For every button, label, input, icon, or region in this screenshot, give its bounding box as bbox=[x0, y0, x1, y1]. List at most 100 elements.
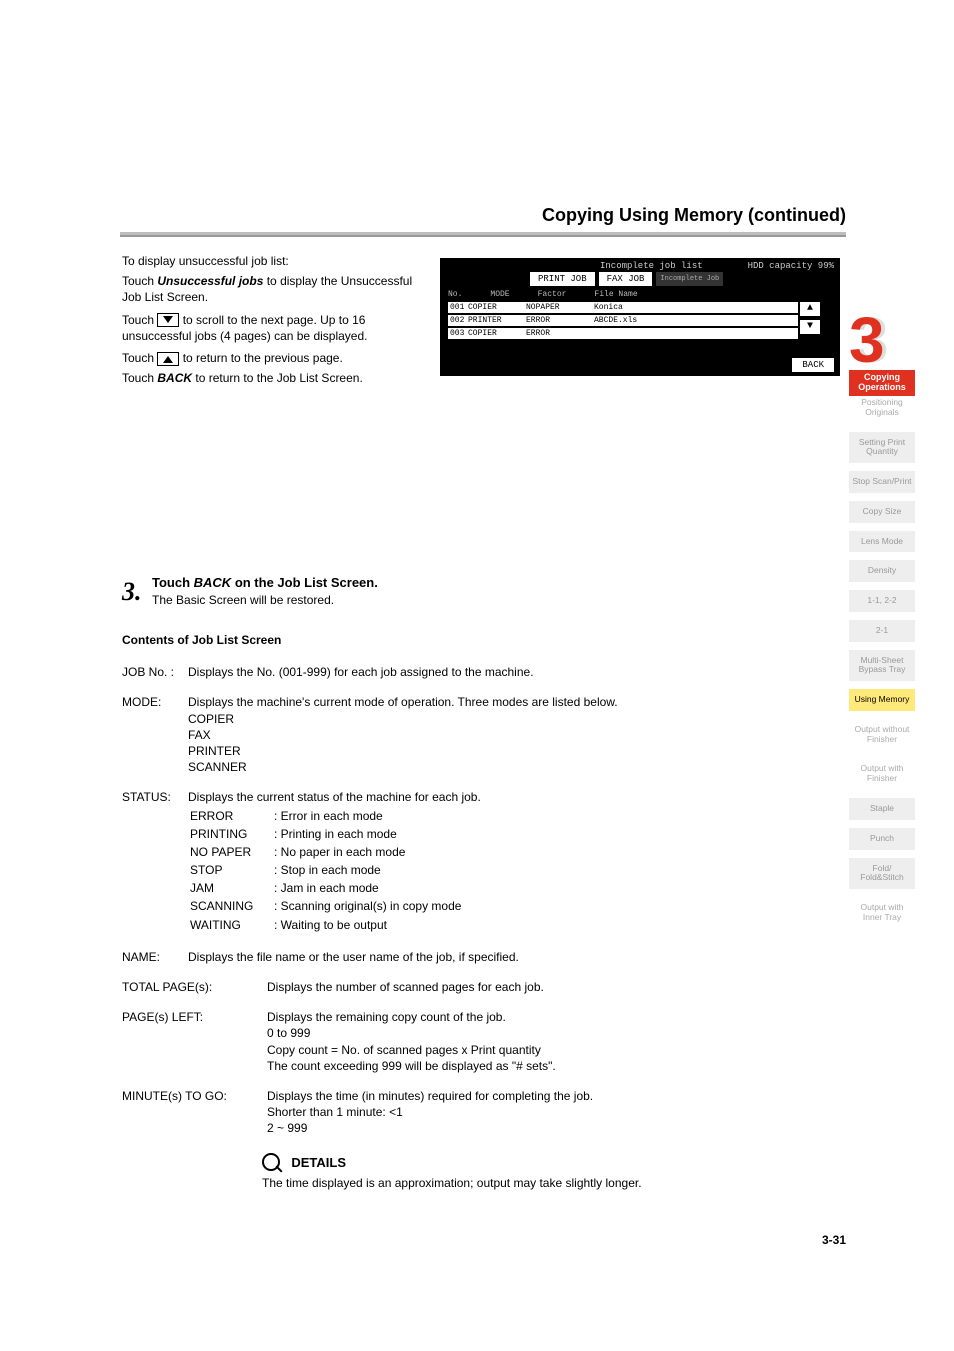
status-row: STOP: Stop in each mode bbox=[190, 862, 467, 878]
minute-label: MINUTE(s) TO GO: bbox=[122, 1088, 267, 1137]
intro-line1: Touch Unsuccessful jobs to display the U… bbox=[122, 273, 422, 305]
text: The count exceeding 999 will be displaye… bbox=[267, 1058, 842, 1074]
text: Shorter than 1 minute: <1 bbox=[267, 1104, 842, 1120]
status-desc: Displays the current status of the machi… bbox=[188, 789, 842, 805]
status-val: : Scanning original(s) in copy mode bbox=[274, 898, 467, 914]
status-val: : Printing in each mode bbox=[274, 826, 467, 842]
intro-line4: Touch BACK to return to the Job List Scr… bbox=[122, 370, 422, 386]
mode-item: COPIER bbox=[188, 711, 842, 727]
ss-hdd: HDD capacity 99% bbox=[748, 261, 834, 271]
step-number: 3. bbox=[122, 574, 142, 609]
status-val: : Stop in each mode bbox=[274, 862, 467, 878]
cell-mode: PRINTER bbox=[468, 316, 516, 325]
nav-staple[interactable]: Staple bbox=[849, 798, 915, 820]
status-key: SCANNING bbox=[190, 898, 272, 914]
text: Touch bbox=[152, 575, 194, 590]
nav-punch[interactable]: Punch bbox=[849, 828, 915, 850]
nav-fold-stitch[interactable]: Fold/ Fold&Stitch bbox=[849, 858, 915, 890]
status-table: ERROR: Error in each mode PRINTING: Prin… bbox=[188, 806, 469, 935]
text: Displays the remaining copy count of the… bbox=[267, 1009, 842, 1025]
tab-incomplete-job[interactable]: Incomplete Job bbox=[656, 272, 723, 286]
scroll-up-button[interactable]: ▲ bbox=[800, 302, 820, 316]
back-em: BACK bbox=[194, 575, 232, 590]
magnifier-icon bbox=[262, 1153, 284, 1175]
mode-item: PRINTER bbox=[188, 743, 842, 759]
back-label: BACK bbox=[157, 371, 192, 385]
mode-item: FAX bbox=[188, 727, 842, 743]
nav-setting-print-quantity[interactable]: Setting Print Quantity bbox=[849, 432, 915, 464]
text: to return to the previous page. bbox=[179, 351, 342, 365]
nav-density[interactable]: Density bbox=[849, 560, 915, 582]
mode-label: MODE: bbox=[122, 694, 188, 775]
cell-factor: ERROR bbox=[526, 329, 584, 338]
total-label: TOTAL PAGE(s): bbox=[122, 979, 267, 995]
nav-output-inner-tray[interactable]: Output with Inner Tray bbox=[849, 897, 915, 929]
nav-using-memory[interactable]: Using Memory bbox=[849, 689, 915, 711]
status-row: WAITING: Waiting to be output bbox=[190, 917, 467, 933]
chapter-num-wrap: 3 3 bbox=[849, 314, 915, 370]
cell-factor: ERROR bbox=[526, 316, 584, 325]
name-label: NAME: bbox=[122, 949, 188, 965]
text: 0 to 999 bbox=[267, 1025, 842, 1041]
status-row: SCANNING: Scanning original(s) in copy m… bbox=[190, 898, 467, 914]
text: to return to the Job List Screen. bbox=[192, 371, 363, 385]
nav-output-with-finisher[interactable]: Output with Finisher bbox=[849, 758, 915, 790]
table-row[interactable]: 002 PRINTER ERROR ABCDE.xls bbox=[448, 315, 798, 326]
name-body: Displays the file name or the user name … bbox=[188, 949, 842, 965]
details-heading-row: DETAILS bbox=[262, 1153, 842, 1175]
pages-label: PAGE(s) LEFT: bbox=[122, 1009, 267, 1074]
cell-name bbox=[594, 329, 674, 338]
nav-output-without-finisher[interactable]: Output without Finisher bbox=[849, 719, 915, 751]
nav-positioning-originals[interactable]: Positioning Originals bbox=[849, 392, 915, 424]
details-block: DETAILS The time displayed is an approxi… bbox=[262, 1153, 842, 1191]
status-val: : Waiting to be output bbox=[274, 917, 467, 933]
text: Touch bbox=[122, 351, 157, 365]
mode-body: Displays the machine's current mode of o… bbox=[188, 694, 842, 775]
cell-no: 002 bbox=[450, 316, 458, 325]
scroll-down-button[interactable]: ▼ bbox=[800, 320, 820, 334]
scroll-down-icon bbox=[157, 313, 179, 327]
step-3: 3. Touch BACK on the Job List Screen. Th… bbox=[152, 574, 842, 608]
back-button[interactable]: BACK bbox=[792, 358, 834, 372]
status-val: : No paper in each mode bbox=[274, 844, 467, 860]
def-name: NAME: Displays the file name or the user… bbox=[122, 949, 842, 965]
nav-lens-mode[interactable]: Lens Mode bbox=[849, 531, 915, 553]
cell-mode: COPIER bbox=[468, 329, 516, 338]
chapter-num: 3 bbox=[849, 314, 885, 370]
tab-fax-job[interactable]: FAX JOB bbox=[599, 272, 653, 286]
mode-item: SCANNER bbox=[188, 759, 842, 775]
def-status: STATUS: Displays the current status of t… bbox=[122, 789, 842, 935]
status-key: PRINTING bbox=[190, 826, 272, 842]
status-val: : Jam in each mode bbox=[274, 880, 467, 896]
text: on the Job List Screen. bbox=[231, 575, 378, 590]
nav-multi-sheet-bypass[interactable]: Multi-Sheet Bypass Tray bbox=[849, 650, 915, 682]
ss-rows: 001 COPIER NOPAPER Konica 002 PRINTER ER… bbox=[448, 302, 798, 341]
step-body: The Basic Screen will be restored. bbox=[152, 592, 842, 608]
text: 2 ~ 999 bbox=[267, 1120, 842, 1136]
ss-tabs: PRINT JOB FAX JOB Incomplete Job bbox=[530, 272, 723, 286]
total-body: Displays the number of scanned pages for… bbox=[267, 979, 842, 995]
status-key: STOP bbox=[190, 862, 272, 878]
def-minute: MINUTE(s) TO GO: Displays the time (in m… bbox=[122, 1088, 842, 1137]
intro-line2: Touch to scroll to the next page. Up to … bbox=[122, 312, 422, 344]
nav-stop-scan-print[interactable]: Stop Scan/Print bbox=[849, 471, 915, 493]
intro-line3: Touch to return to the previous page. bbox=[122, 350, 422, 366]
nav-copy-size[interactable]: Copy Size bbox=[849, 501, 915, 523]
scroll-up-icon bbox=[157, 352, 179, 366]
text: Touch bbox=[122, 371, 157, 385]
status-key: WAITING bbox=[190, 917, 272, 933]
nav-1-1-2-2[interactable]: 1-1, 2-2 bbox=[849, 590, 915, 612]
text: Touch bbox=[122, 313, 157, 327]
status-key: NO PAPER bbox=[190, 844, 272, 860]
ss-title: Incomplete job list bbox=[600, 261, 703, 271]
chapter-badge: 3 3 Copying Operations bbox=[849, 314, 915, 396]
col-factor: Factor bbox=[538, 290, 567, 299]
nav-2-1[interactable]: 2-1 bbox=[849, 620, 915, 642]
table-row[interactable]: 001 COPIER NOPAPER Konica bbox=[448, 302, 798, 313]
ss-columns: No. MODE Factor File Name bbox=[448, 290, 638, 299]
status-key: ERROR bbox=[190, 808, 272, 824]
page-number: 3-31 bbox=[822, 1233, 846, 1247]
table-row[interactable]: 003 COPIER ERROR bbox=[448, 328, 798, 339]
status-row: NO PAPER: No paper in each mode bbox=[190, 844, 467, 860]
tab-print-job[interactable]: PRINT JOB bbox=[530, 272, 595, 286]
